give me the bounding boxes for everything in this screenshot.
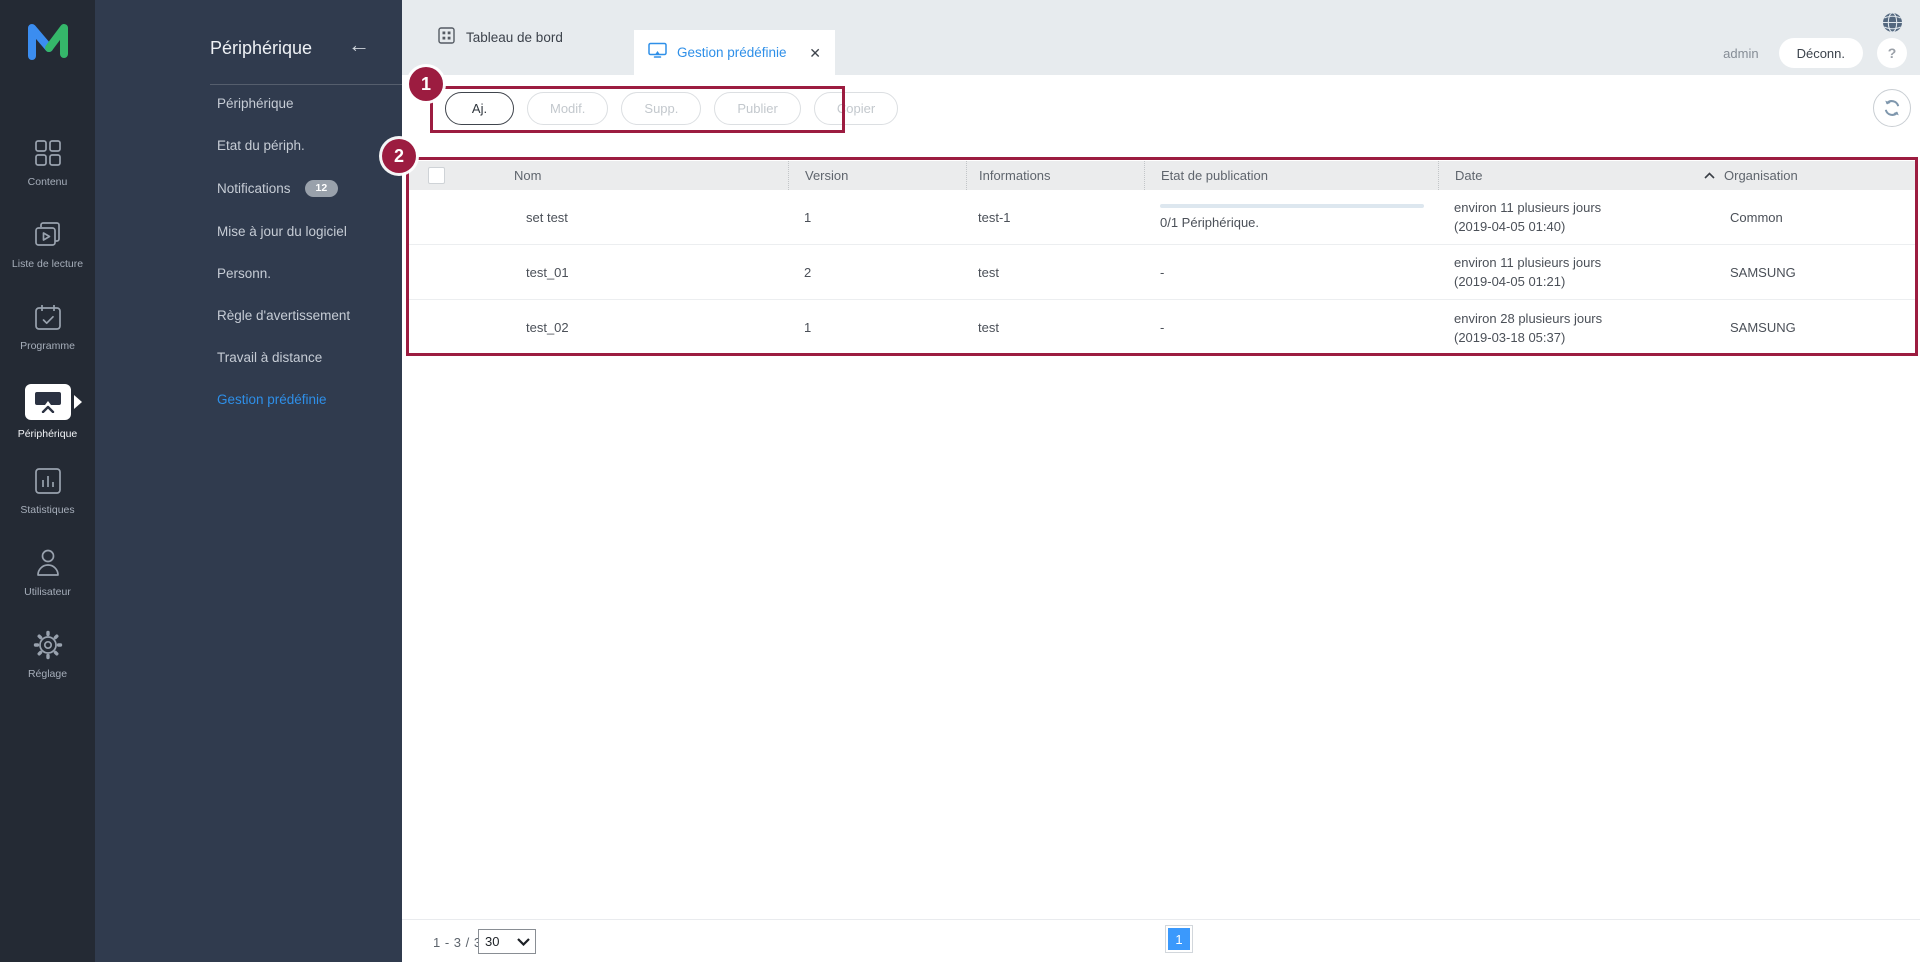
publish-button[interactable]: Publier <box>714 92 800 125</box>
tab-preset-management[interactable]: Gestion prédéfinie ✕ <box>634 30 835 75</box>
cell-publish-status: 0/1 Périphérique. <box>1144 190 1438 244</box>
magicinfo-app: Contenu Liste de lecture <box>0 0 1920 962</box>
cell-date: environ 11 plusieurs jours (2019-04-05 0… <box>1438 190 1692 244</box>
cell-date: environ 11 plusieurs jours (2019-04-05 0… <box>1438 245 1692 299</box>
magicinfo-logo-icon[interactable] <box>0 18 95 62</box>
column-header-name[interactable]: Nom <box>496 161 788 190</box>
panel-menu: Périphérique Etat du périph. Notificatio… <box>217 96 350 434</box>
device-monitor-icon <box>25 384 71 420</box>
notifications-count-badge: 12 <box>305 180 339 197</box>
column-header-publish-status[interactable]: Etat de publication <box>1144 161 1438 190</box>
add-button[interactable]: Aj. <box>445 92 514 125</box>
menu-item-preset-management[interactable]: Gestion prédéfinie <box>217 392 350 407</box>
cell-name: test_02 <box>496 300 788 355</box>
cell-publish-status: - <box>1144 245 1438 299</box>
gear-icon <box>33 630 63 660</box>
tab-label: Tableau de bord <box>466 30 563 45</box>
delete-button[interactable]: Supp. <box>621 92 701 125</box>
column-header-organization[interactable]: Organisation <box>1692 161 1916 190</box>
logged-in-user: admin <box>1723 46 1758 61</box>
menu-item-device-health[interactable]: Etat du périph. <box>217 138 350 153</box>
collapse-panel-arrow-icon[interactable]: ← <box>348 34 370 56</box>
cell-organization: SAMSUNG <box>1692 245 1916 299</box>
menu-item-custom[interactable]: Personn. <box>217 266 350 281</box>
column-header-information[interactable]: Informations <box>966 161 1144 190</box>
rail-item-schedule[interactable]: Programme <box>0 302 95 358</box>
menu-item-alert-rule[interactable]: Règle d'avertissement <box>217 308 350 323</box>
rail-item-settings[interactable]: Réglage <box>0 630 95 686</box>
edit-button[interactable]: Modif. <box>527 92 608 125</box>
cell-version: 2 <box>788 245 966 299</box>
menu-item-software-update[interactable]: Mise à jour du logiciel <box>217 224 350 239</box>
preset-toolbar: Aj. Modif. Supp. Publier Copier <box>445 92 898 125</box>
table-row[interactable]: test_01 2 test - environ 11 plusieurs jo… <box>408 245 1916 300</box>
panel-title: Périphérique <box>210 38 312 59</box>
icon-rail: Contenu Liste de lecture <box>0 0 95 962</box>
main-area: Tableau de bord Gestion prédéfinie ✕ <box>402 0 1920 962</box>
rail-item-label: Contenu <box>28 176 68 188</box>
menu-item-device[interactable]: Périphérique <box>217 96 350 111</box>
rail-item-label: Programme <box>20 340 75 352</box>
active-rail-notch <box>74 395 82 409</box>
copy-button[interactable]: Copier <box>814 92 898 125</box>
table-row[interactable]: set test 1 test-1 0/1 Périphérique. envi… <box>408 190 1916 245</box>
content-grid-icon <box>34 138 62 168</box>
page-size-select[interactable]: 30 <box>478 929 536 954</box>
table-header-row: Nom Version Informations Etat de publica… <box>408 161 1916 190</box>
logout-button[interactable]: Déconn. <box>1779 38 1863 68</box>
rail-item-device[interactable]: Périphérique <box>0 384 95 440</box>
cell-information: test <box>966 300 1144 355</box>
rail-item-label: Statistiques <box>20 504 74 516</box>
close-tab-icon[interactable]: ✕ <box>809 46 821 60</box>
cell-version: 1 <box>788 300 966 355</box>
tab-label: Gestion prédéfinie <box>677 45 787 60</box>
monitor-icon <box>648 42 667 63</box>
dashboard-icon <box>438 27 455 49</box>
menu-item-remote-job[interactable]: Travail à distance <box>217 350 350 365</box>
panel-divider <box>210 84 482 85</box>
cell-organization: SAMSUNG <box>1692 300 1916 355</box>
playlist-icon <box>33 220 63 250</box>
cell-information: test-1 <box>966 190 1144 244</box>
rail-item-statistics[interactable]: Statistiques <box>0 466 95 522</box>
cell-organization: Common <box>1692 190 1916 244</box>
menu-item-notifications[interactable]: Notifications 12 <box>217 180 350 197</box>
table-row[interactable]: test_02 1 test - environ 28 plusieurs jo… <box>408 300 1916 355</box>
cell-name: set test <box>496 190 788 244</box>
page-button-1[interactable]: 1 <box>1165 925 1193 953</box>
tab-dashboard[interactable]: Tableau de bord <box>438 0 563 75</box>
rail-item-playlist[interactable]: Liste de lecture <box>0 220 95 276</box>
rail-item-label: Utilisateur <box>24 586 71 598</box>
user-box: admin Déconn. ? <box>1723 38 1907 68</box>
cell-name: test_01 <box>496 245 788 299</box>
result-range-label: 1 - 3 / 3 <box>433 935 482 950</box>
cell-date: environ 28 plusieurs jours (2019-03-18 0… <box>1438 300 1692 355</box>
language-globe-icon[interactable] <box>1882 12 1903 38</box>
rail-item-label: Réglage <box>28 668 67 680</box>
cell-information: test <box>966 245 1144 299</box>
select-all-checkbox[interactable] <box>428 167 445 184</box>
calendar-check-icon <box>34 302 62 332</box>
user-icon <box>34 548 62 578</box>
column-header-date[interactable]: Date <box>1438 161 1692 190</box>
rail-item-content[interactable]: Contenu <box>0 138 95 194</box>
cell-publish-status: - <box>1144 300 1438 355</box>
publish-progress-bar <box>1160 204 1424 208</box>
refresh-button[interactable] <box>1873 89 1911 127</box>
bar-chart-icon <box>34 466 62 496</box>
cell-version: 1 <box>788 190 966 244</box>
pagination-footer: 1 - 3 / 3 30 1 <box>402 919 1920 962</box>
device-submenu-panel: Périphérique ← Périphérique Etat du péri… <box>95 0 402 962</box>
rail-item-label: Périphérique <box>18 428 78 440</box>
help-button[interactable]: ? <box>1877 38 1907 68</box>
tab-strip: Tableau de bord Gestion prédéfinie ✕ <box>402 0 1920 75</box>
sort-ascending-icon <box>1704 172 1715 179</box>
chevron-down-icon <box>517 938 535 946</box>
preset-table: Nom Version Informations Etat de publica… <box>408 161 1916 355</box>
column-header-version[interactable]: Version <box>788 161 966 190</box>
rail-item-user[interactable]: Utilisateur <box>0 548 95 604</box>
rail-nav: Contenu Liste de lecture <box>0 138 95 686</box>
rail-item-label: Liste de lecture <box>12 258 83 270</box>
